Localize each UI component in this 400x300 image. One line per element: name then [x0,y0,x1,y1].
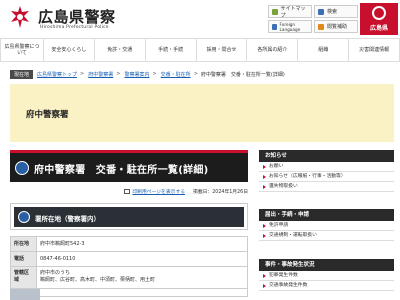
sidebar-section-title: 届出・手続・申請 [259,209,394,221]
sidebar-item-requests[interactable]: お願い [259,162,394,172]
sidebar-section-procedures: 届出・手続・申請 免許申請 交通規制・運転取扱い [259,209,394,241]
sidebar-item-license-application[interactable]: 免許申請 [259,221,394,231]
gnav-item-safety[interactable]: 安全安心くらし [44,39,95,61]
sidebar-item-accident-stats[interactable]: 交通事故発生件数 [259,281,394,291]
print-page-link[interactable]: 印刷用ページを表示する [124,188,185,195]
gnav-item-license[interactable]: 免許・交通 [95,39,146,61]
table-cell-line: 鵜飼町、広谷町、高木町、中須町、栗柄町、用土町 [40,277,156,283]
subheading-box: 署所在地（警察署内） [10,203,248,230]
print-posted-line: 印刷用ページを表示する 掲載日：2024年1月26日 [10,186,248,196]
sitemap-label: サイトマップ [280,5,306,19]
table-row: 所在地 府中市鵜飼町542-3 [10,236,248,252]
subheading-title: 署所在地（警察署内） [35,215,100,223]
reading-assist-link[interactable]: 閲覧補助 [314,20,358,33]
gnav-item-about[interactable]: 広島県警察について [0,39,44,61]
prefecture-badge-label: 広島県 [369,25,388,32]
sidebar-section-title: 事件・事故発生状況 [259,259,394,271]
breadcrumb-separator: > [80,71,85,77]
breadcrumb-current: 府中警察署 交番・駐在所一覧(詳細) [200,71,285,78]
global-nav: 広島県警察について 安全安心くらし 免許・交通 手続・手続 採用・問合せ 各所属… [0,38,400,62]
site-header: 広島県警察 Hiroshima Prefectural Police サイトマッ… [0,0,400,38]
breadcrumb-link-guide[interactable]: 警察署案内 [124,71,149,78]
banner-title: 府中警察署 [26,110,69,120]
koban-photo [10,289,40,300]
table-cell: 府中市のうち 鵜飼町、広谷町、高木町、中須町、栗柄町、用土町 [36,266,248,289]
police-badge-icon [18,211,30,223]
gnav-item-recruitment[interactable]: 採用・問合せ [197,39,248,61]
sidebar-item-lost-property[interactable]: 遺失物取扱い [259,182,394,192]
police-badge-icon [15,161,29,175]
print-page-label: 印刷用ページを表示する [132,189,186,195]
gnav-item-departments[interactable]: 各所属の紹介 [247,39,299,61]
reading-assist-label: 閲覧補助 [327,24,348,30]
sidebar-section-incidents: 事件・事故発生状況 犯罪発生件数 交通事故発生件数 [259,259,394,291]
site-title[interactable]: 広島県警察 [38,6,116,27]
gnav-item-procedures[interactable]: 手続・手続 [146,39,197,61]
page-title: 府中警察署 交番・駐在所一覧(詳細) [34,165,209,176]
breadcrumb: 現在地 広島県警察トップ > 府中警察署 > 警察署案内 > 交番・駐在所 > … [0,68,400,80]
globe-icon [272,23,277,30]
table-cell [36,288,248,297]
table-row: 電話 0847-46-0110 [10,251,248,267]
table-row [10,288,248,297]
breadcrumb-separator: > [193,71,198,77]
page-title-bar: 府中警察署 交番・駐在所一覧(詳細) [10,150,248,182]
sidebar-item-traffic-regulation[interactable]: 交通規制・運転取扱い [259,231,394,241]
printer-icon [124,188,131,194]
posted-date: 掲載日：2024年1月26日 [193,189,248,195]
breadcrumb-link-station[interactable]: 府中警察署 [88,71,113,78]
breadcrumb-separator: > [152,71,157,77]
reading-assist-icon [318,23,324,30]
station-banner: 府中警察署 [10,84,394,142]
gnav-item-disaster[interactable]: 災害関連情報 [349,39,400,61]
station-info-table: 所在地 府中市鵜飼町542-3 電話 0847-46-0110 管轄区域 府中市… [10,236,248,297]
search-link[interactable]: 検索 [314,5,358,18]
sitemap-icon [272,8,278,15]
search-label: 検索 [327,9,338,15]
table-cell: 府中市鵜飼町542-3 [36,236,248,252]
sidebar-item-crime-stats[interactable]: 犯罪発生件数 [259,271,394,281]
search-icon [318,8,324,15]
sidebar-item-news[interactable]: お知らせ（広報紙・行事・活動等） [259,172,394,182]
breadcrumb-link-top[interactable]: 広島県警察トップ [37,71,77,78]
table-header-cell: 管轄区域 [10,266,37,289]
sidebar-section-title: お知らせ [259,150,394,162]
foreign-language-label: Foreign Language [279,21,301,32]
table-header-cell: 電話 [10,251,37,267]
table-cell: 0847-46-0110 [36,251,248,267]
foreign-language-link[interactable]: Foreign Language [268,20,312,33]
breadcrumb-here-label: 現在地 [10,69,34,79]
breadcrumb-separator: > [116,71,121,77]
table-row: 管轄区域 府中市のうち 鵜飼町、広谷町、高木町、中須町、栗柄町、用土町 [10,266,248,289]
table-cell-line: 府中市のうち [40,270,71,276]
sidebar-section-notices: お知らせ お願い お知らせ（広報紙・行事・活動等） 遺失物取扱い [259,150,394,192]
gnav-item-organization[interactable]: 組織 [298,39,350,61]
table-header-cell: 所在地 [10,236,37,252]
police-emblem-icon[interactable] [9,5,31,29]
prefecture-badge[interactable]: 広島県 [360,3,398,35]
prefecture-emblem-icon [372,6,386,20]
sitemap-link[interactable]: サイトマップ [268,5,312,19]
breadcrumb-link-koban[interactable]: 交番・駐在所 [161,71,191,78]
site-subtitle: Hiroshima Prefectural Police [40,25,109,30]
subheading-bar: 署所在地（警察署内） [14,207,244,227]
